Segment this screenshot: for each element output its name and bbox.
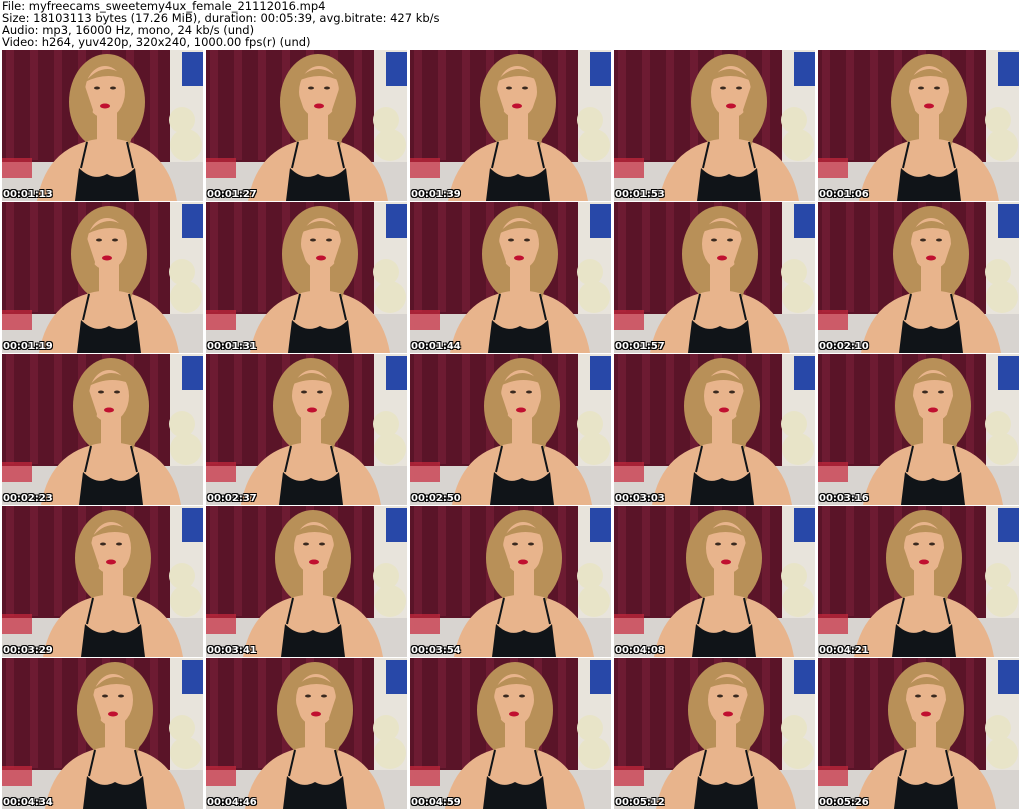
thumbnail-frame-image xyxy=(206,506,407,657)
thumbnail-frame-image xyxy=(2,50,203,201)
thumbnail-frame-image xyxy=(818,506,1019,657)
thumbnail-frame-image xyxy=(2,202,203,353)
video-info-line: Video: h264, yuv420p, 320x240, 1000.00 f… xyxy=(2,35,311,49)
thumbnail-timestamp: 00:03:16 xyxy=(819,493,869,504)
video-thumbnail: 00:01:44 xyxy=(410,202,611,353)
video-thumbnail: 00:01:31 xyxy=(206,202,407,353)
thumbnail-timestamp: 00:01:57 xyxy=(615,341,665,352)
thumbnail-timestamp: 00:05:12 xyxy=(615,797,665,808)
thumbnail-frame-image xyxy=(410,50,611,201)
thumbnail-frame-image xyxy=(614,658,815,809)
thumbnail-timestamp: 00:01:39 xyxy=(411,189,461,200)
thumbnail-timestamp: 00:04:46 xyxy=(207,797,257,808)
thumbnail-timestamp: 00:04:34 xyxy=(3,797,53,808)
video-thumbnail: 00:04:21 xyxy=(818,506,1019,657)
video-thumbnail: 00:03:16 xyxy=(818,354,1019,505)
video-thumbnail: 00:02:37 xyxy=(206,354,407,505)
thumbnail-frame-image xyxy=(818,354,1019,505)
thumbnail-timestamp: 00:04:59 xyxy=(411,797,461,808)
thumbnail-frame-image xyxy=(818,658,1019,809)
video-thumbnail: 00:03:41 xyxy=(206,506,407,657)
thumbnail-frame-image xyxy=(818,50,1019,201)
thumbnail-timestamp: 00:01:06 xyxy=(819,189,869,200)
file-info-header: File: myfreecams_sweetemy4ux_female_2111… xyxy=(2,0,1022,48)
thumbnail-frame-image xyxy=(614,354,815,505)
video-thumbnail: 00:03:29 xyxy=(2,506,203,657)
thumbnail-frame-image xyxy=(206,354,407,505)
thumbnail-frame-image xyxy=(2,354,203,505)
video-thumbnail: 00:01:13 xyxy=(2,50,203,201)
thumbnail-timestamp: 00:02:23 xyxy=(3,493,53,504)
thumbnail-timestamp: 00:01:19 xyxy=(3,341,53,352)
thumbnail-frame-image xyxy=(206,202,407,353)
thumbnail-timestamp: 00:04:08 xyxy=(615,645,665,656)
thumbnail-frame-image xyxy=(410,202,611,353)
thumbnail-frame-image xyxy=(614,506,815,657)
thumbnail-timestamp: 00:03:41 xyxy=(207,645,257,656)
video-thumbnail: 00:01:53 xyxy=(614,50,815,201)
thumbnail-frame-image xyxy=(410,354,611,505)
thumbnail-timestamp: 00:02:37 xyxy=(207,493,257,504)
thumbnail-frame-image xyxy=(410,506,611,657)
thumbnail-grid: 00:01:13 00:01:27 00:01:39 00:01:53 00:01:06… xyxy=(2,50,1022,810)
video-thumbnail: 00:04:08 xyxy=(614,506,815,657)
thumbnail-timestamp: 00:01:31 xyxy=(207,341,257,352)
thumbnail-timestamp: 00:01:44 xyxy=(411,341,461,352)
video-thumbnail: 00:01:19 xyxy=(2,202,203,353)
thumbnail-frame-image xyxy=(614,202,815,353)
video-thumbnail: 00:01:06 xyxy=(818,50,1019,201)
video-thumbnail: 00:02:10 xyxy=(818,202,1019,353)
thumbnail-timestamp: 00:02:50 xyxy=(411,493,461,504)
thumbnail-frame-image xyxy=(206,50,407,201)
thumbnail-frame-image xyxy=(206,658,407,809)
thumbnail-timestamp: 00:05:26 xyxy=(819,797,869,808)
video-thumbnail: 00:01:39 xyxy=(410,50,611,201)
thumbnail-timestamp: 00:03:29 xyxy=(3,645,53,656)
thumbnail-frame-image xyxy=(2,506,203,657)
video-thumbnail: 00:03:03 xyxy=(614,354,815,505)
thumbnail-frame-image xyxy=(2,658,203,809)
video-thumbnail: 00:05:26 xyxy=(818,658,1019,809)
video-thumbnail: 00:05:12 xyxy=(614,658,815,809)
thumbnail-timestamp: 00:03:54 xyxy=(411,645,461,656)
thumbnail-frame-image xyxy=(410,658,611,809)
thumbnail-timestamp: 00:03:03 xyxy=(615,493,665,504)
video-thumbnail: 00:01:57 xyxy=(614,202,815,353)
thumbnail-timestamp: 00:01:27 xyxy=(207,189,257,200)
thumbnail-timestamp: 00:01:53 xyxy=(615,189,665,200)
video-thumbnail: 00:02:50 xyxy=(410,354,611,505)
thumbnail-timestamp: 00:04:21 xyxy=(819,645,869,656)
thumbnail-frame-image xyxy=(818,202,1019,353)
video-thumbnail: 00:04:46 xyxy=(206,658,407,809)
video-thumbnail: 00:01:27 xyxy=(206,50,407,201)
video-thumbnail: 00:02:23 xyxy=(2,354,203,505)
thumbnail-frame-image xyxy=(614,50,815,201)
thumbnail-timestamp: 00:01:13 xyxy=(3,189,53,200)
video-thumbnail: 00:04:59 xyxy=(410,658,611,809)
thumbnail-timestamp: 00:02:10 xyxy=(819,341,869,352)
video-thumbnail: 00:03:54 xyxy=(410,506,611,657)
video-thumbnail: 00:04:34 xyxy=(2,658,203,809)
